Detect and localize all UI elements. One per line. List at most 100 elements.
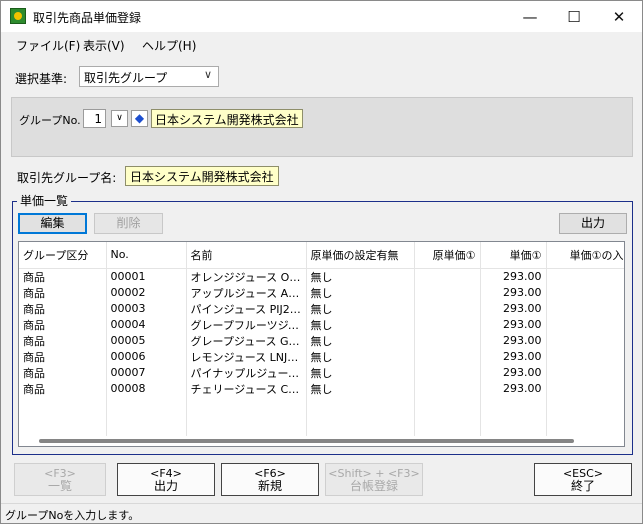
table-cell: アップルジュース APJ… — [186, 284, 307, 301]
table-row[interactable]: 商品00002アップルジュース APJ…無し 293.001 — [19, 284, 624, 301]
column-header[interactable]: 単価①の入数 — [546, 242, 624, 269]
column-header[interactable]: 名前 — [186, 242, 307, 269]
delete-button[interactable]: 削除 — [94, 213, 163, 234]
table-cell: 無し — [306, 332, 415, 349]
table-cell: 293.00 — [480, 332, 547, 349]
f3-list-button[interactable]: <F3> 一覧 — [14, 463, 106, 496]
group-name-display: 日本システム開発株式会社 — [151, 109, 303, 128]
fkey-label: 新規 — [257, 479, 282, 493]
fkey-label: 一覧 — [47, 479, 72, 493]
column-header[interactable]: 単価① — [480, 242, 547, 269]
menu-file[interactable]: ファイル(F) — [16, 37, 80, 54]
table-cell: パインジュース PIJ2x… — [186, 300, 307, 317]
selection-combobox[interactable]: 取引先グループ ∨ — [79, 66, 219, 87]
table-cell — [414, 268, 481, 285]
price-table[interactable]: グループ区分 No. 名前 原単価の設定有無 原単価① 単価① 単価①の入数 商… — [18, 241, 625, 447]
close-button[interactable]: ✕ — [596, 1, 642, 32]
app-icon — [10, 8, 26, 24]
table-cell: グレープジュース GPJ… — [186, 332, 307, 349]
table-cell: 商品 — [19, 284, 107, 301]
table-cell: 商品 — [19, 268, 107, 285]
esc-exit-button[interactable]: <ESC> 終了 — [534, 463, 632, 496]
table-cell: 商品 — [19, 364, 107, 381]
table-cell — [480, 396, 547, 413]
shift-f3-ledger-button[interactable]: <Shift> + <F3> 台帳登録 — [325, 463, 423, 496]
diamond-search-icon[interactable]: ◆ — [131, 110, 148, 127]
table-cell: 商品 — [19, 348, 107, 365]
table-row[interactable]: 商品00005グレープジュース GPJ…無し 293.001 — [19, 332, 624, 349]
table-row[interactable]: 商品00001オレンジジュース ORJ…無し 293.001 — [19, 268, 624, 285]
table-cell — [414, 380, 481, 397]
table-cell — [186, 396, 307, 413]
table-cell — [19, 412, 107, 429]
table-cell: 1 — [546, 348, 624, 365]
fkey-label: 出力 — [153, 479, 178, 493]
table-cell — [546, 396, 624, 413]
menu-view[interactable]: 表示(V) — [83, 37, 125, 54]
client-group-value: 日本システム開発株式会社 — [125, 166, 279, 186]
menu-bar: ファイル(F) 表示(V) ヘルプ(H) — [1, 32, 642, 55]
table-cell: 293.00 — [480, 268, 547, 285]
table-cell: 293.00 — [480, 380, 547, 397]
table-cell: 無し — [306, 364, 415, 381]
table-cell: 1 — [546, 332, 624, 349]
table-cell: 無し — [306, 380, 415, 397]
column-header[interactable]: No. — [106, 242, 187, 269]
table-row[interactable]: 商品00003パインジュース PIJ2x…無し 293.001 — [19, 300, 624, 317]
chevron-down-icon[interactable]: ∨ — [111, 110, 128, 127]
table-row[interactable]: 商品00006レモンジュース LNJ2x…無し 293.001 — [19, 348, 624, 365]
table-row[interactable]: 商品00004グレープフルーツジュー…無し 293.001 — [19, 316, 624, 333]
table-cell: 無し — [306, 284, 415, 301]
column-header[interactable]: 原単価の設定有無 — [306, 242, 415, 269]
table-cell: オレンジジュース ORJ… — [186, 268, 307, 285]
selection-label: 選択基準: — [15, 72, 68, 86]
chevron-down-icon: ∨ — [203, 68, 212, 81]
table-cell — [414, 300, 481, 317]
table-cell — [106, 412, 187, 429]
group-number-label: グループNo. — [19, 114, 81, 127]
table-cell: 293.00 — [480, 284, 547, 301]
maximize-button[interactable]: ☐ — [551, 1, 597, 32]
table-cell: 商品 — [19, 380, 107, 397]
group-number-field[interactable]: 1 — [83, 109, 106, 128]
table-cell: 00005 — [106, 332, 187, 349]
column-header[interactable]: グループ区分 — [19, 242, 107, 269]
table-cell: 1 — [546, 364, 624, 381]
table-cell: 1 — [546, 380, 624, 397]
table-cell — [414, 364, 481, 381]
fkey-label: 終了 — [570, 479, 595, 493]
table-cell: パイナップルジュース … — [186, 364, 307, 381]
table-cell: 商品 — [19, 316, 107, 333]
table-row-empty — [19, 396, 624, 413]
table-cell: グレープフルーツジュー… — [186, 316, 307, 333]
table-cell: 00006 — [106, 348, 187, 365]
table-cell: 商品 — [19, 300, 107, 317]
table-row-empty — [19, 412, 624, 429]
table-cell: チェリージュース CHJ… — [186, 380, 307, 397]
table-cell — [414, 412, 481, 429]
table-cell: 00003 — [106, 300, 187, 317]
status-bar: グループNoを入力します。 — [1, 503, 642, 523]
table-cell: 1 — [546, 284, 624, 301]
edit-button[interactable]: 編集 — [18, 213, 87, 234]
table-cell: 00004 — [106, 316, 187, 333]
f4-output-button[interactable]: <F4> 出力 — [117, 463, 215, 496]
horizontal-scrollbar[interactable] — [19, 436, 624, 446]
table-cell — [106, 396, 187, 413]
table-row[interactable]: 商品00008チェリージュース CHJ…無し 293.001 — [19, 380, 624, 397]
column-header[interactable]: 原単価① — [414, 242, 481, 269]
output-button[interactable]: 出力 — [559, 213, 627, 234]
table-cell — [480, 412, 547, 429]
table-cell: 293.00 — [480, 364, 547, 381]
table-cell — [414, 332, 481, 349]
f6-new-button[interactable]: <F6> 新規 — [221, 463, 319, 496]
menu-help[interactable]: ヘルプ(H) — [142, 37, 196, 54]
minimize-button[interactable]: — — [507, 1, 553, 32]
table-row[interactable]: 商品00007パイナップルジュース …無し 293.001 — [19, 364, 624, 381]
selection-value: 取引先グループ — [84, 71, 168, 85]
scrollbar-thumb[interactable] — [39, 439, 574, 443]
table-cell: 293.00 — [480, 348, 547, 365]
table-cell — [546, 412, 624, 429]
table-cell: 1 — [546, 300, 624, 317]
window-title: 取引先商品単価登録 — [33, 11, 142, 25]
